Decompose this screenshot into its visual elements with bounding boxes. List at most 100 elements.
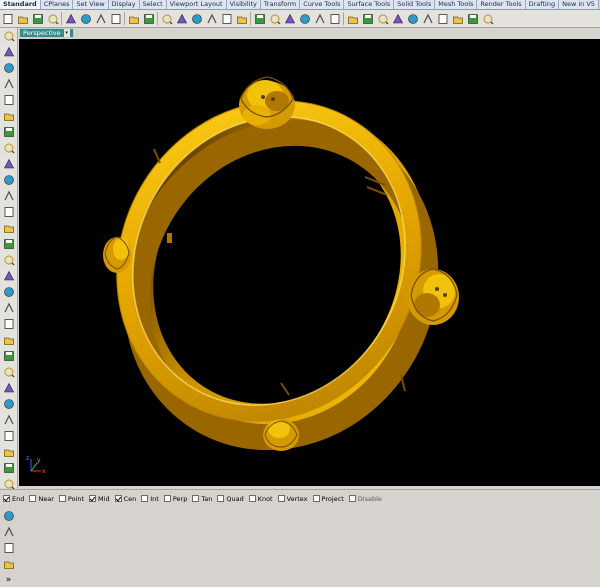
osnap-knot[interactable]: Knot (248, 495, 273, 503)
tab-mesh-tools[interactable]: Mesh Tools (435, 0, 478, 9)
perspective-viewport[interactable]: x y z (19, 39, 600, 486)
rotate-view-icon[interactable] (175, 12, 188, 25)
help-icon[interactable] (481, 12, 494, 25)
boolean-icon[interactable] (2, 317, 16, 331)
mirror-icon[interactable] (2, 461, 16, 475)
osnap-checkbox[interactable] (348, 495, 356, 502)
osnap-checkbox[interactable] (277, 495, 285, 502)
join-icon[interactable] (2, 349, 16, 363)
point-icon[interactable] (2, 45, 16, 59)
osnap-tan[interactable]: Tan (192, 495, 212, 503)
copy-icon[interactable] (94, 12, 107, 25)
scale-icon[interactable] (2, 445, 16, 459)
viewport-icon[interactable] (268, 12, 281, 25)
layer-icon[interactable] (346, 12, 359, 25)
box-icon[interactable] (2, 253, 16, 267)
tab-surface-tools[interactable]: Surface Tools (344, 0, 395, 9)
gold-bangle[interactable] (59, 45, 480, 486)
tab-transform[interactable]: Transform (260, 0, 301, 9)
viewport-menu-icon[interactable]: ▾ (63, 29, 70, 37)
polyline-icon[interactable] (2, 61, 16, 75)
zoom-extents-icon[interactable] (220, 12, 233, 25)
tab-solid-tools[interactable]: Solid Tools (394, 0, 436, 9)
cut-icon[interactable] (79, 12, 92, 25)
osnap-int[interactable]: Int (141, 495, 159, 503)
osnap-checkbox[interactable] (141, 495, 149, 502)
copy-obj-icon[interactable] (2, 413, 16, 427)
curve-icon[interactable] (2, 77, 16, 91)
split-icon[interactable] (2, 333, 16, 347)
tab-curve-tools[interactable]: Curve Tools (300, 0, 345, 9)
light-icon[interactable] (361, 12, 374, 25)
tab-display[interactable]: Display (108, 0, 140, 9)
fillet-icon[interactable] (2, 173, 16, 187)
dimension-icon[interactable] (2, 509, 16, 523)
snap-icon[interactable] (298, 12, 311, 25)
grid-icon[interactable] (253, 12, 266, 25)
group-icon[interactable] (2, 381, 16, 395)
zoom-selected-icon[interactable] (235, 12, 248, 25)
osnap-checkbox[interactable] (312, 495, 320, 502)
rectangle-icon[interactable] (2, 141, 16, 155)
properties-icon[interactable] (466, 12, 479, 25)
paste-icon[interactable] (109, 12, 122, 25)
pan-icon[interactable] (160, 12, 173, 25)
zoom-window-icon[interactable] (205, 12, 218, 25)
move-icon[interactable] (2, 397, 16, 411)
osnap-vertex[interactable]: Vertex (277, 495, 308, 503)
osnap-checkbox[interactable] (58, 495, 66, 502)
render-obj-icon[interactable] (2, 541, 16, 555)
osnap-point[interactable]: Point (58, 495, 84, 503)
sphere-obj-icon[interactable] (2, 557, 16, 571)
tab-standard[interactable]: Standard (0, 0, 41, 9)
polygon-icon[interactable] (2, 157, 16, 171)
osnap-cen[interactable]: Cen (114, 495, 136, 503)
extrude-icon[interactable] (2, 237, 16, 251)
osnap-checkbox[interactable] (114, 495, 122, 502)
explode-icon[interactable] (2, 365, 16, 379)
ellipse-icon[interactable] (2, 125, 16, 139)
tab-render-tools[interactable]: Render Tools (477, 0, 526, 9)
cylinder-icon[interactable] (2, 285, 16, 299)
osnap-checkbox[interactable] (192, 495, 200, 502)
osnap-near[interactable]: Near (29, 495, 54, 503)
lock-icon[interactable] (328, 12, 341, 25)
mesh-icon[interactable] (2, 301, 16, 315)
sphere-render-icon[interactable] (406, 12, 419, 25)
tab-select[interactable]: Select (139, 0, 167, 9)
tab-set-view[interactable]: Set View (73, 0, 109, 9)
material-icon[interactable] (376, 12, 389, 25)
arc-icon[interactable] (2, 109, 16, 123)
osnap-checkbox[interactable] (89, 495, 97, 502)
wire-icon[interactable] (436, 12, 449, 25)
osnap-mid[interactable]: Mid (89, 495, 110, 503)
zoom-icon[interactable] (190, 12, 203, 25)
color-icon[interactable] (451, 12, 464, 25)
import-icon[interactable] (64, 12, 77, 25)
circle-icon[interactable] (2, 93, 16, 107)
undo-icon[interactable] (127, 12, 140, 25)
open-icon[interactable] (16, 12, 29, 25)
select-icon[interactable] (2, 29, 16, 43)
osnap-checkbox[interactable] (248, 495, 256, 502)
tab-visibility[interactable]: Visibility (226, 0, 261, 9)
osnap-checkbox[interactable] (3, 495, 10, 502)
save-icon[interactable] (31, 12, 44, 25)
osnap-checkbox[interactable] (163, 495, 171, 502)
osnap-checkbox[interactable] (217, 495, 225, 502)
osnap-disable[interactable]: Disable (348, 495, 382, 503)
osnap-checkbox[interactable] (29, 495, 37, 502)
render-icon[interactable] (391, 12, 404, 25)
osnap-project[interactable]: Project (312, 495, 344, 503)
tab-drafting[interactable]: Drafting (525, 0, 560, 9)
new-icon[interactable] (1, 12, 14, 25)
osnap-end[interactable]: End (3, 495, 24, 503)
offset-icon[interactable] (2, 189, 16, 203)
osnap-quad[interactable]: Quad (217, 495, 244, 503)
osnap-perp[interactable]: Perp (163, 495, 187, 503)
sphere-icon[interactable] (2, 269, 16, 283)
surface-icon[interactable] (2, 221, 16, 235)
analyze-icon[interactable] (2, 525, 16, 539)
viewport-title-tab[interactable]: Perspective ▾ (19, 28, 74, 38)
shade-icon[interactable] (421, 12, 434, 25)
